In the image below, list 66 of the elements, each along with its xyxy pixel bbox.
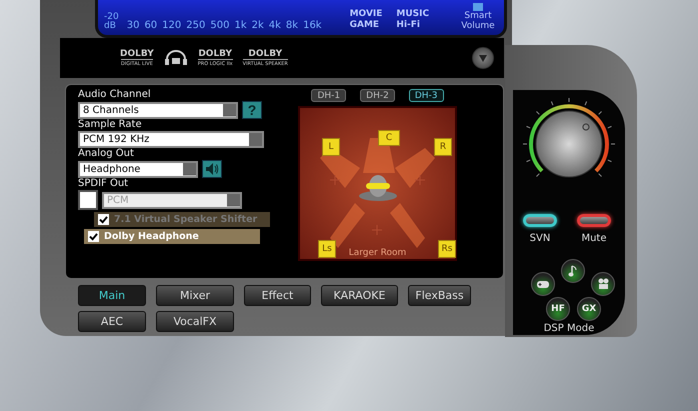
listener-icon bbox=[358, 172, 398, 202]
option-row[interactable]: Dolby Headphone bbox=[84, 229, 260, 244]
frequency-label: 30 bbox=[126, 20, 140, 31]
dsp-mode-label: DSP Mode bbox=[542, 323, 596, 334]
music-mode-button[interactable] bbox=[561, 259, 585, 283]
tab[interactable]: AEC bbox=[78, 311, 146, 332]
analog-out-dropdown[interactable]: Headphone bbox=[78, 160, 198, 178]
smart-volume-label: Smart Volume bbox=[460, 11, 496, 31]
frequency-label: 500 bbox=[210, 20, 230, 31]
gamepad-icon bbox=[536, 279, 550, 289]
down-arrow-icon bbox=[479, 54, 487, 62]
frequency-label: 250 bbox=[186, 20, 206, 31]
toggle-button[interactable] bbox=[577, 214, 611, 227]
tab[interactable]: KARAOKE bbox=[321, 285, 398, 306]
toggle-button[interactable] bbox=[523, 214, 557, 227]
field-label: Sample Rate bbox=[78, 119, 143, 131]
speaker-marker[interactable]: L bbox=[322, 138, 340, 156]
tab[interactable]: VocalFX bbox=[156, 311, 234, 332]
dh-mode-button[interactable]: DH-2 bbox=[360, 89, 395, 102]
tab[interactable]: FlexBass bbox=[408, 285, 471, 306]
tab[interactable]: Effect bbox=[244, 285, 311, 306]
help-button[interactable]: ? bbox=[242, 101, 262, 119]
frequency-label: 120 bbox=[162, 20, 182, 31]
dsp-mode-button[interactable]: GX bbox=[577, 297, 601, 321]
headphone-icon bbox=[164, 50, 188, 66]
game-mode-button[interactable] bbox=[531, 272, 555, 296]
speaker-marker[interactable]: Rs bbox=[438, 240, 456, 258]
collapse-button[interactable] bbox=[472, 47, 494, 69]
audio-channel-dropdown[interactable]: 8 Channels bbox=[78, 102, 238, 118]
dolby-logo: DOLBY bbox=[120, 49, 154, 59]
toggle-label: SVN bbox=[530, 233, 550, 244]
db-unit: dB bbox=[104, 22, 117, 31]
mode-label: MUSIC bbox=[396, 9, 430, 20]
dh-mode-button[interactable]: DH-1 bbox=[311, 89, 346, 102]
music-note-icon bbox=[568, 265, 578, 277]
frequency-label: 8k bbox=[286, 20, 298, 31]
mode-label: MOVIE bbox=[350, 9, 382, 20]
tab[interactable]: Mixer bbox=[156, 285, 234, 306]
db-value: -20 bbox=[104, 13, 119, 22]
movie-mode-button[interactable] bbox=[591, 272, 615, 296]
field-label: SPDIF Out bbox=[78, 178, 130, 190]
tab[interactable]: Main bbox=[78, 285, 146, 306]
speaker-marker[interactable]: C bbox=[378, 130, 400, 146]
smart-volume-indicator bbox=[473, 3, 483, 11]
film-camera-icon bbox=[596, 278, 610, 290]
room-size-label: Larger Room bbox=[348, 248, 408, 258]
checkbox[interactable] bbox=[88, 231, 99, 242]
frequency-label: 2k bbox=[252, 20, 264, 31]
toggle-label: Mute bbox=[581, 233, 607, 244]
dolby-logo: DOLBY bbox=[248, 49, 282, 59]
mode-label: GAME bbox=[350, 20, 380, 31]
field-label: Audio Channel bbox=[78, 89, 152, 101]
speaker-marker[interactable]: R bbox=[434, 138, 452, 156]
speaker-marker[interactable]: Ls bbox=[318, 240, 336, 258]
dh-mode-button[interactable]: DH-3 bbox=[408, 89, 444, 102]
field-label: Analog Out bbox=[78, 148, 135, 160]
mode-label: Hi-Fi bbox=[396, 20, 422, 31]
frequency-label: 16k bbox=[303, 20, 322, 31]
frequency-label: 4k bbox=[268, 20, 281, 31]
dsp-mode-button[interactable]: HF bbox=[546, 297, 570, 321]
dolby-logo: DOLBY bbox=[198, 49, 232, 59]
frequency-label: 60 bbox=[144, 20, 158, 31]
sample-rate-dropdown[interactable]: PCM 192 KHz bbox=[78, 131, 264, 148]
speaker-button[interactable] bbox=[202, 160, 222, 178]
speaker-icon bbox=[205, 162, 219, 176]
frequency-label: 1k bbox=[234, 20, 247, 31]
